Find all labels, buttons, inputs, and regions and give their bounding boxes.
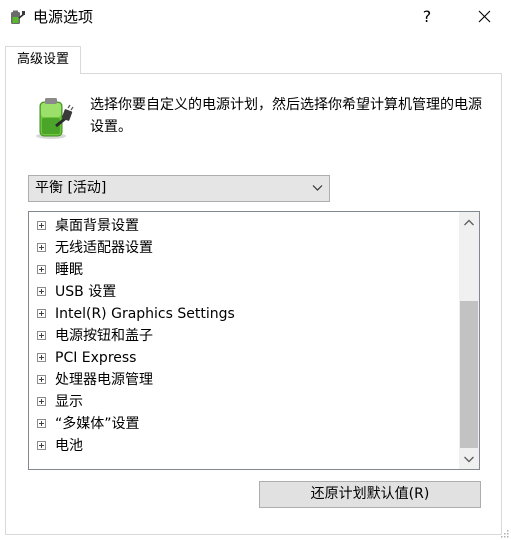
tree-item-battery[interactable]: 电池 [37, 435, 83, 457]
description-text: 选择你要自定义的电源计划，然后选择你希望计算机管理的电源设置。 [90, 97, 482, 135]
expand-icon[interactable] [37, 418, 46, 428]
settings-tree[interactable]: 桌面背景设置 无线适配器设置 睡眠 USB 设置 Intel(R) Graphi… [28, 211, 480, 470]
tree-item-label: 桌面背景设置 [55, 218, 139, 234]
tree-item-processor-power[interactable]: 处理器电源管理 [37, 369, 153, 391]
power-plan-select[interactable]: 平衡 [活动] [28, 175, 330, 202]
tree-item-pci-express[interactable]: PCI Express [37, 347, 136, 369]
expand-icon[interactable] [37, 440, 46, 450]
tree-item-multimedia[interactable]: “多媒体”设置 [37, 413, 140, 435]
expand-icon[interactable] [37, 242, 46, 252]
close-button[interactable] [462, 0, 508, 34]
scroll-up-icon[interactable] [459, 214, 479, 232]
tree-item-label: USB 设置 [55, 284, 117, 300]
resize-grip-icon[interactable] [499, 528, 509, 538]
expand-icon[interactable] [37, 374, 46, 384]
expand-icon[interactable] [37, 330, 46, 340]
tree-item-label: 处理器电源管理 [55, 372, 153, 388]
expand-icon[interactable] [37, 308, 46, 318]
tab-advanced-settings[interactable]: 高级设置 [5, 46, 81, 74]
scroll-thumb[interactable] [460, 301, 478, 448]
power-options-dialog: 电源选项 ? 高级设置 选择你要自定义的电源计划，然后选择你希望计算机管理的电源… [0, 0, 511, 540]
tree-item-intel-graphics[interactable]: Intel(R) Graphics Settings [37, 303, 235, 325]
tree-item-label: “多媒体”设置 [55, 416, 140, 432]
expand-icon[interactable] [37, 220, 46, 230]
expand-icon[interactable] [37, 352, 46, 362]
tree-item-label: 电池 [55, 438, 83, 454]
tree-item-usb[interactable]: USB 设置 [37, 281, 116, 303]
tree-item-wireless-adapter[interactable]: 无线适配器设置 [37, 237, 153, 259]
tree-item-power-buttons-lid[interactable]: 电源按钮和盖子 [37, 325, 153, 347]
help-button[interactable]: ? [404, 0, 450, 34]
scroll-down-icon[interactable] [459, 450, 479, 468]
tree-item-label: 显示 [55, 394, 83, 410]
expand-icon[interactable] [37, 396, 46, 406]
tree-item-label: 电源按钮和盖子 [55, 328, 153, 344]
title-bar: 电源选项 ? [0, 0, 511, 36]
battery-plug-icon [36, 98, 74, 139]
close-icon [478, 10, 491, 23]
expand-icon[interactable] [37, 264, 46, 274]
chevron-down-icon [312, 185, 323, 191]
tree-item-label: 睡眠 [55, 262, 83, 278]
expand-icon[interactable] [37, 286, 46, 296]
window-title: 电源选项 [33, 8, 94, 26]
tree-item-display[interactable]: 显示 [37, 391, 83, 413]
vertical-scrollbar[interactable] [459, 212, 479, 469]
tree-item-desktop-background[interactable]: 桌面背景设置 [37, 215, 139, 237]
restore-defaults-button[interactable]: 还原计划默认值(R) [259, 481, 481, 508]
tree-item-sleep[interactable]: 睡眠 [37, 259, 83, 281]
tree-item-label: PCI Express [55, 350, 137, 366]
tree-item-label: 无线适配器设置 [55, 240, 153, 256]
power-plan-selected: 平衡 [活动] [35, 180, 107, 196]
tree-item-label: Intel(R) Graphics Settings [55, 306, 235, 322]
power-options-icon [11, 10, 25, 24]
